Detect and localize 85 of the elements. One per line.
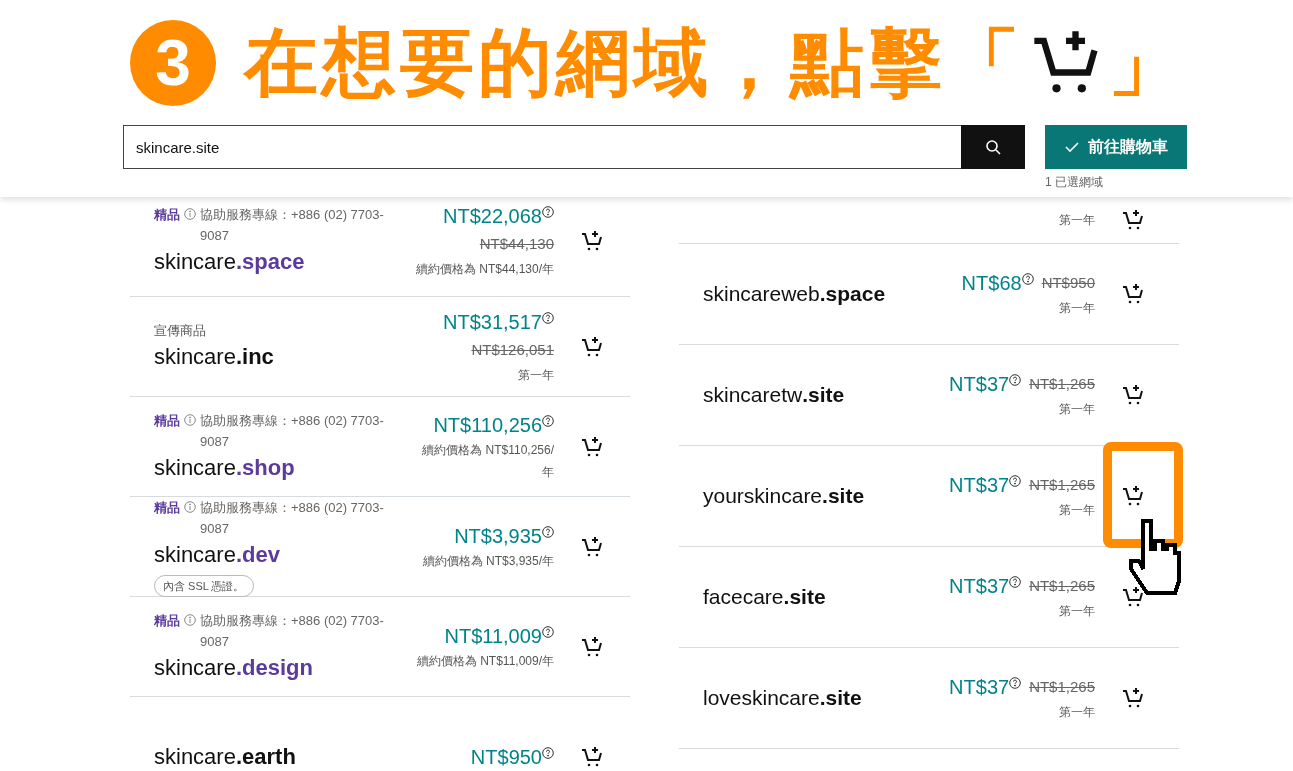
add-to-cart-icon [1121,686,1145,710]
support-line: 協助服務專線：+886 (02) 7703-9087 [200,411,385,451]
info-icon[interactable] [184,500,196,513]
search-icon [985,139,1001,155]
help-icon[interactable] [1009,475,1022,487]
domain-name: skincareweb.space [703,282,886,306]
domain-tag: 精品 [154,609,180,631]
domain-name: skincaretw.site [703,383,845,407]
term-label: 第一年 [1059,704,1095,721]
domain-tag: 精品 [154,203,180,225]
domain-name: skincare.dev [154,540,280,569]
help-icon[interactable] [542,525,554,538]
step-number: 3 [130,19,216,106]
help-icon[interactable] [1009,374,1022,386]
info-icon[interactable] [184,613,196,626]
search-button[interactable] [961,125,1025,169]
original-price: NT$950 [1041,273,1095,293]
domain-name: skincare.shop [154,453,295,482]
help-icon[interactable] [542,746,554,759]
search-field[interactable]: skincare.site [123,125,961,169]
add-to-cart-icon [580,228,604,253]
price: NT$31,517 [443,309,542,335]
original-price: NT$1,265 [1029,374,1095,394]
domain-name: skincare.inc [154,343,274,371]
original-price: NT$1,265 [1029,475,1095,495]
original-price: NT$44,130 [479,233,554,254]
domain-name: skincare.design [154,653,313,682]
price: NT$37 [949,372,1010,397]
selected-count: 1 已選網域 [1045,174,1104,191]
heading-bracket: 」 [1108,25,1182,100]
domain-name: yourskincare.site [703,484,865,508]
term-label: 第一年 [1059,502,1095,519]
add-to-cart-icon [1121,208,1145,232]
original-price: NT$1,265 [1029,677,1095,697]
term-label: 第一年 [1059,212,1095,229]
help-icon[interactable] [542,625,554,638]
renewal-price: 續約價格為 NT$44,130/年 [415,260,554,278]
domain-tag: 宣傳商品 [154,320,206,341]
add-to-cart-icon [580,634,604,659]
term-label: 第一年 [518,366,554,384]
add-to-cart-icon [580,434,604,459]
price: NT$22,068 [443,203,542,229]
support-line: 協助服務專線：+886 (02) 7703-9087 [200,611,385,651]
info-icon[interactable] [184,413,196,426]
help-icon[interactable] [1009,576,1022,588]
price: NT$3,935 [454,523,542,549]
add-to-cart-icon [580,334,604,359]
add-to-cart-icon [580,744,604,769]
original-price: NT$1,265 [1029,576,1095,596]
domain-name: skincare.earth [154,742,296,771]
original-price: NT$126,051 [471,339,554,360]
add-to-cart-icon [1121,484,1145,508]
renewal-price: 續約價格為 NT$11,009/年 [416,652,554,670]
price: NT$68 [961,271,1022,296]
term-label: 第一年 [1059,300,1095,317]
term-label: 第一年 [1059,603,1095,620]
renewal-price: 續約價格為 NT$3,935/年 [422,552,554,570]
price: NT$37 [949,473,1010,498]
price: NT$37 [949,574,1010,599]
go-to-cart-button[interactable]: 前往購物車 [1045,125,1187,169]
support-line: 協助服務專線：+886 (02) 7703-9087 [200,498,385,538]
domain-tag: 精品 [154,409,180,431]
help-icon[interactable] [542,205,554,218]
price: NT$11,009 [444,623,542,649]
price: NT$950 [470,744,542,770]
term-label: 第一年 [1059,401,1095,418]
help-icon[interactable] [1009,677,1022,689]
info-icon[interactable] [184,207,196,220]
domain-tag: 精品 [154,496,180,518]
price: NT$37 [949,675,1010,700]
help-icon[interactable] [542,414,554,427]
add-to-cart-icon [1121,585,1145,609]
add-to-cart-icon [1121,282,1145,306]
domain-name: skincare.space [154,247,305,276]
check-icon [1064,139,1080,155]
help-icon[interactable] [1021,273,1034,285]
price: NT$110,256 [433,412,542,438]
domain-name: facecare.site [703,585,826,609]
add-to-cart-icon [1121,383,1145,407]
heading-text: 在想要的網域，點擊「 [244,25,1024,100]
domain-name: loveskincare.site [703,686,862,710]
support-line: 協助服務專線：+886 (02) 7703-9087 [200,205,385,245]
renewal-price: 續約價格為 NT$110,256/年 [421,441,554,481]
help-icon[interactable] [542,311,554,324]
add-to-cart-icon [580,534,604,559]
